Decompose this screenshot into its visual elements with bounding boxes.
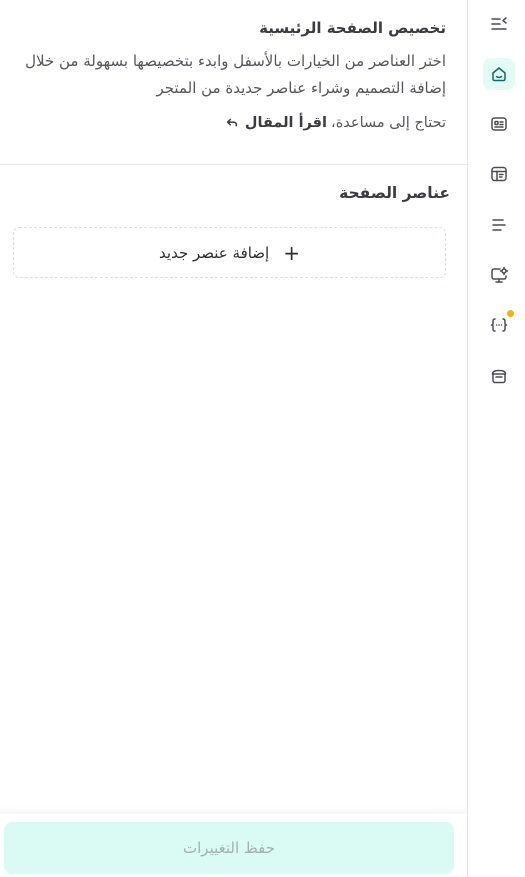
- home-icon: [492, 67, 506, 82]
- code-braces-icon: [490, 318, 508, 332]
- panel-header: تخصيص الصفحة الرئيسية اختر العناصر من ال…: [0, 0, 467, 134]
- page-title: تخصيص الصفحة الرئيسية: [259, 19, 446, 37]
- icon-rail: [467, 0, 525, 877]
- menu-lines-icon: [492, 219, 506, 231]
- save-changes-button[interactable]: حفظ التغييرات: [4, 822, 454, 874]
- section-title: عناصر الصفحة: [339, 184, 450, 202]
- store-icon: [491, 369, 507, 384]
- divider: [0, 164, 467, 165]
- rail-store[interactable]: [483, 360, 515, 392]
- rail-profile[interactable]: [483, 108, 515, 140]
- id-card-icon: [491, 117, 507, 131]
- help-row: تحتاج إلى مساعدة، اقرأ المقال: [20, 112, 446, 134]
- plus-icon: +: [283, 240, 300, 265]
- footer-shadow: [0, 806, 467, 814]
- add-element-label: إضافة عنصر جديد: [159, 243, 270, 262]
- read-article-label: اقرأ المقال: [244, 115, 328, 131]
- monitor-settings-icon: [491, 266, 509, 283]
- rail-home[interactable]: [483, 58, 515, 90]
- return-arrow-icon: [226, 118, 238, 127]
- rail-custom-code[interactable]: [483, 309, 515, 341]
- add-element-button[interactable]: + إضافة عنصر جديد: [13, 227, 446, 278]
- customization-panel: تخصيص الصفحة الرئيسية اختر العناصر من ال…: [0, 0, 467, 877]
- collapse-menu-button[interactable]: [483, 8, 515, 40]
- panel-description: اختر العناصر من الخيارات بالأسفل وابدء ب…: [25, 52, 446, 97]
- notification-badge: [507, 310, 514, 317]
- layout-icon: [491, 166, 507, 182]
- collapse-menu-icon: [491, 17, 507, 30]
- help-text: تحتاج إلى مساعدة،: [331, 115, 446, 131]
- read-article-link[interactable]: اقرأ المقال: [225, 112, 327, 134]
- rail-layout[interactable]: [483, 158, 515, 190]
- rail-menus[interactable]: [483, 209, 515, 241]
- rail-display-settings[interactable]: [483, 259, 515, 291]
